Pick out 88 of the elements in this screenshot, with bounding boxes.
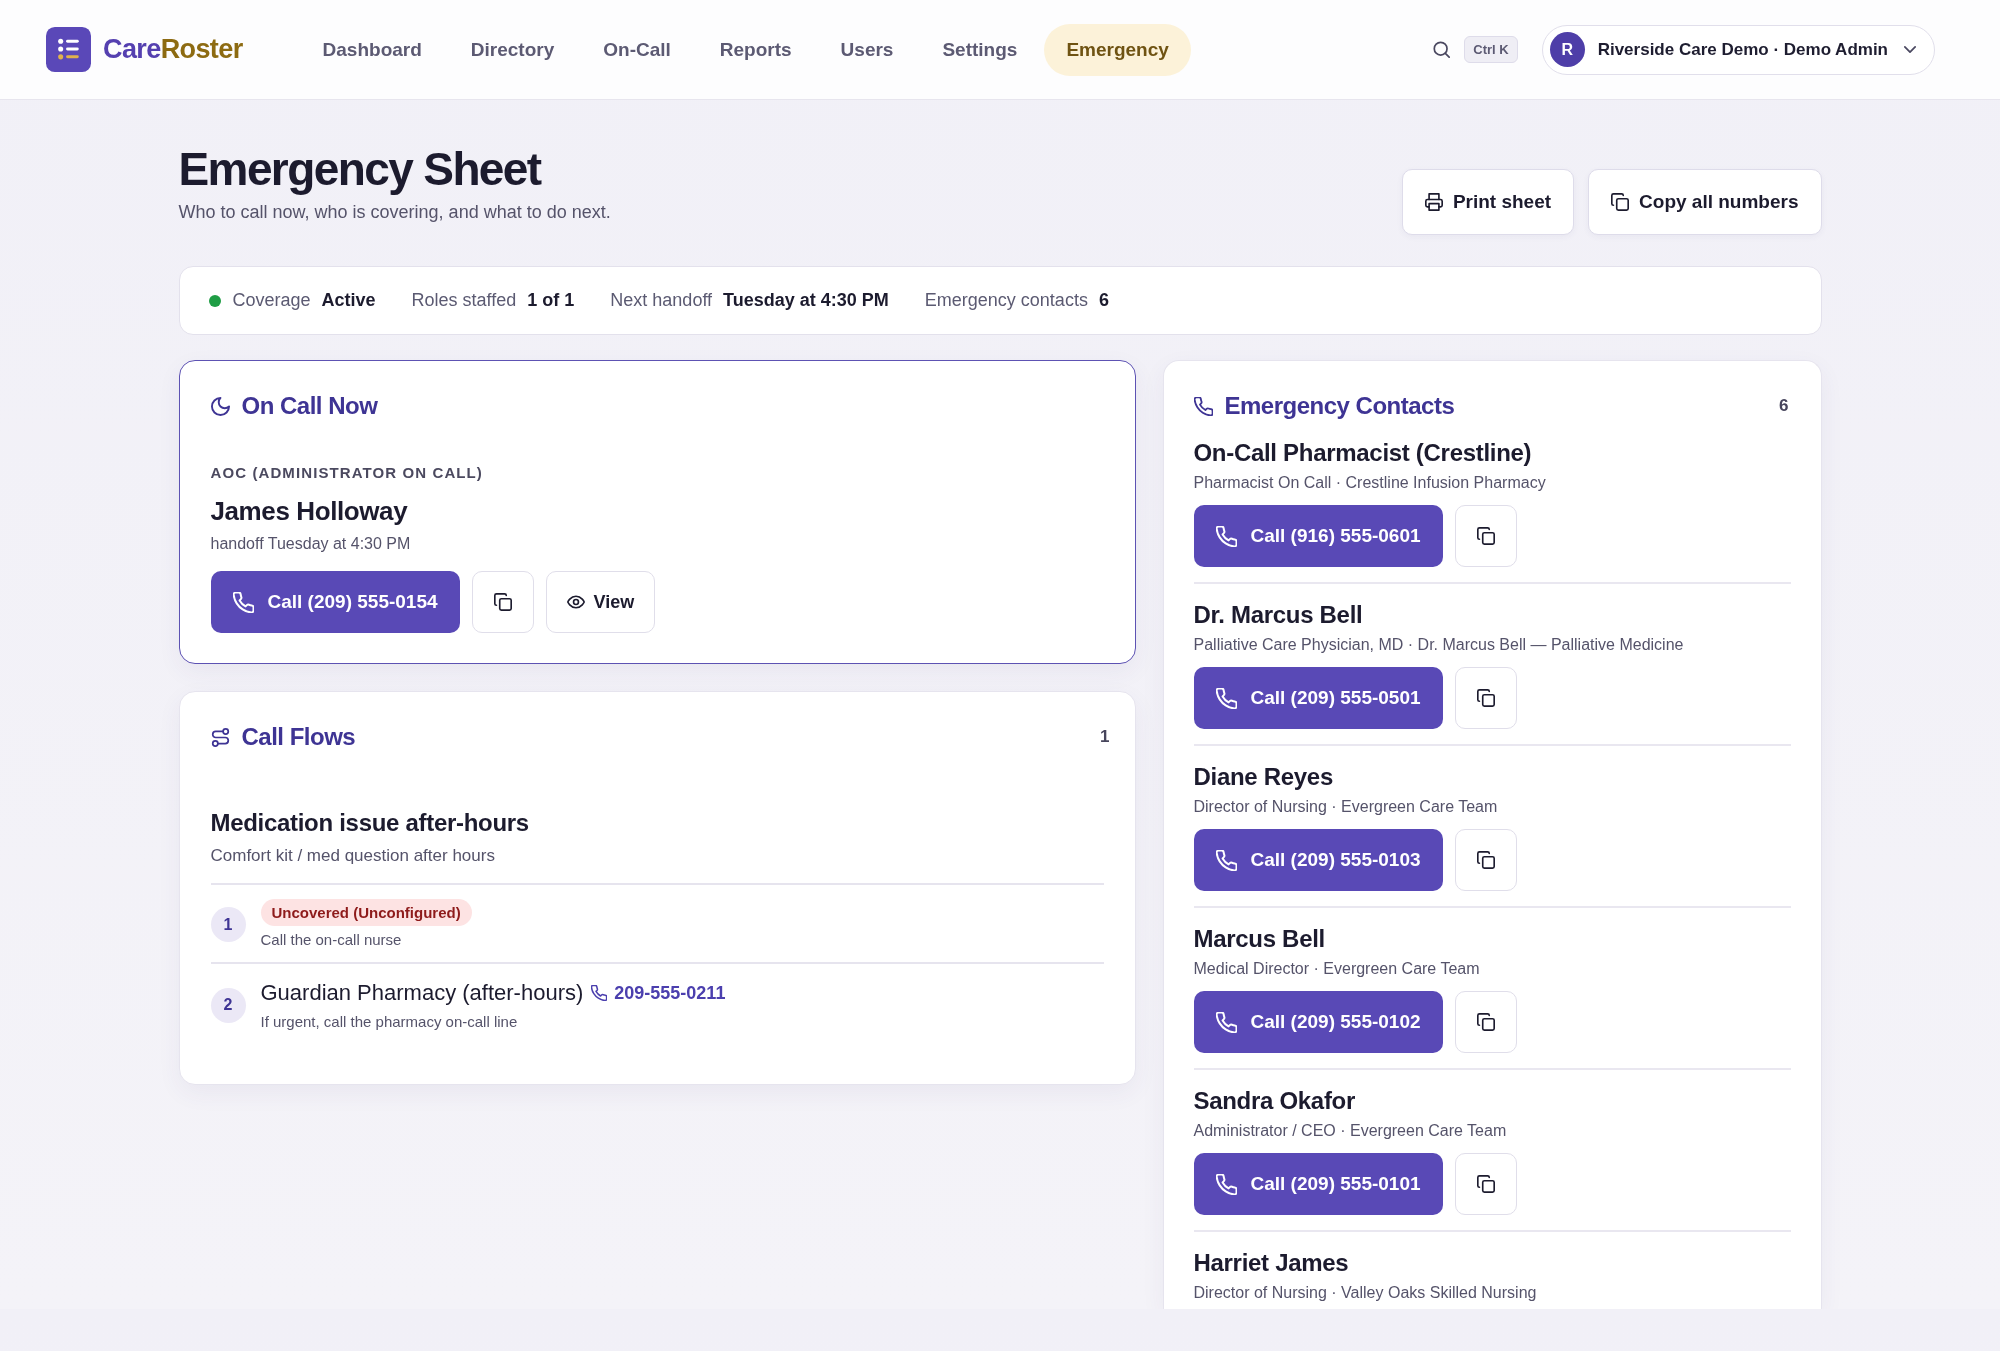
step-number: 2 [210, 987, 246, 1023]
chevron-down-icon [1904, 46, 1916, 53]
nav-tab[interactable]: Directory [448, 23, 577, 76]
summary-value: Tuesday at 4:30 PM [723, 290, 889, 311]
contact-detail: Palliative Care Physician, MD · Dr. Marcus Bell — Palliative Medicine [1193, 635, 1685, 655]
status-dot-icon [208, 294, 221, 307]
avatar: R [1549, 32, 1585, 67]
card-title: On Call Now [241, 392, 378, 420]
nav-tab[interactable]: Users [818, 23, 916, 76]
handoff-note: handoff Tuesday at 4:30 PM [210, 534, 412, 554]
summary-label: Next handoff [610, 290, 713, 311]
flow-title: Medication issue after-hours [210, 808, 530, 838]
card-title: Emergency Contacts [1224, 392, 1455, 420]
contact-name: Diane Reyes [1193, 762, 1334, 792]
route-icon [210, 727, 230, 747]
copy-icon [493, 593, 512, 611]
phone-icon [1193, 396, 1213, 416]
copy-button[interactable] [471, 571, 534, 633]
step-note: Call the on-call nurse [260, 930, 403, 950]
contact-name: Guardian Pharmacy (after-hours) [260, 979, 584, 1007]
phone-icon [1215, 687, 1237, 709]
contact-name: Sandra Okafor [1193, 1086, 1356, 1116]
contact-detail: Director of Nursing · Valley Oaks Skilled Nursing [1193, 1283, 1538, 1303]
role-label: AOC (ADMINISTRATOR ON CALL) [210, 463, 484, 483]
summary-value: Active [321, 290, 376, 311]
person-name: James Holloway [210, 495, 409, 528]
nav-tab[interactable]: Reports [697, 23, 814, 76]
card-title: Call Flows [241, 723, 356, 751]
copy-button[interactable] [1454, 1153, 1517, 1215]
copy-icon [1476, 851, 1495, 869]
summary-label: Roles staffed [411, 290, 517, 311]
copy-button[interactable] [1454, 991, 1517, 1053]
view-button[interactable]: View [545, 571, 656, 633]
copy-button[interactable] [1454, 667, 1517, 729]
copy-icon [1611, 193, 1630, 211]
phone-icon [1215, 1173, 1237, 1195]
summary-label: Emergency contacts [924, 290, 1088, 311]
nav-tab[interactable]: Settings [920, 23, 1040, 76]
copy-all-button[interactable]: Copy all numbers [1588, 169, 1822, 235]
phone-icon [1215, 1011, 1237, 1033]
count-label: 1 [1100, 727, 1110, 747]
count-label: 6 [1779, 396, 1789, 416]
nav-tab[interactable]: Dashboard [300, 23, 444, 76]
call-button[interactable]: Call (916) 555-0601 [1193, 505, 1443, 567]
moon-icon [210, 396, 230, 416]
contact-name: Harriet James [1193, 1248, 1350, 1278]
copy-icon [1476, 689, 1495, 707]
phone-icon [232, 591, 254, 613]
phone-icon [591, 985, 608, 1001]
phone-icon [1215, 525, 1237, 547]
search-icon[interactable] [1433, 41, 1451, 58]
contact-detail: Administrator / CEO · Evergreen Care Team [1193, 1121, 1508, 1141]
contact-name: Dr. Marcus Bell [1193, 600, 1364, 630]
summary-value: 6 [1098, 290, 1109, 311]
account-menu[interactable]: R Riverside Care Demo · Demo Admin [1541, 24, 1935, 75]
flow-description: Comfort kit / med question after hours [210, 844, 1104, 885]
contact-detail: Pharmacist On Call · Crestline Infusion Pharmacy [1193, 473, 1547, 493]
copy-icon [1476, 1175, 1495, 1193]
step-number: 1 [210, 907, 246, 942]
phone-icon [1215, 849, 1237, 871]
summary-label: Coverage [232, 290, 311, 311]
call-button[interactable]: Call (209) 555-0101 [1193, 1153, 1443, 1215]
page-title: Emergency Sheet [178, 142, 543, 197]
call-button[interactable]: Call (209) 555-0102 [1193, 991, 1443, 1053]
shortcut-hint: Ctrl K [1464, 36, 1518, 63]
step-note: If urgent, call the pharmacy on-call line [260, 1012, 519, 1032]
contact-detail: Medical Director · Evergreen Care Team [1193, 959, 1481, 979]
nav-tab[interactable]: Emergency [1044, 23, 1191, 76]
copy-icon [1476, 527, 1495, 545]
phone-link[interactable]: 209-555-0211 [591, 982, 726, 1004]
copy-icon [1476, 1013, 1495, 1031]
page-subtitle: Who to call now, who is covering, and what to do next. [178, 201, 611, 224]
copy-button[interactable] [1454, 505, 1517, 567]
logo-icon[interactable] [46, 27, 91, 72]
call-button[interactable]: Call (209) 555-0154 [210, 571, 460, 633]
printer-icon [1424, 193, 1443, 211]
print-button[interactable]: Print sheet [1401, 169, 1575, 235]
contact-detail: Director of Nursing · Evergreen Care Team [1193, 797, 1499, 817]
nav-tab[interactable]: On-Call [581, 23, 693, 76]
copy-button[interactable] [1454, 829, 1517, 891]
contact-name: On-Call Pharmacist (Crestline) [1193, 438, 1533, 468]
call-button[interactable]: Call (209) 555-0501 [1193, 667, 1443, 729]
summary-value: 1 of 1 [527, 290, 575, 311]
call-button[interactable]: Call (209) 555-0103 [1193, 829, 1443, 891]
brand-name: CareRoster [103, 34, 243, 65]
eye-icon [566, 593, 585, 611]
contact-name: Marcus Bell [1193, 924, 1326, 954]
status-badge: Uncovered (Unconfigured) [260, 899, 472, 926]
